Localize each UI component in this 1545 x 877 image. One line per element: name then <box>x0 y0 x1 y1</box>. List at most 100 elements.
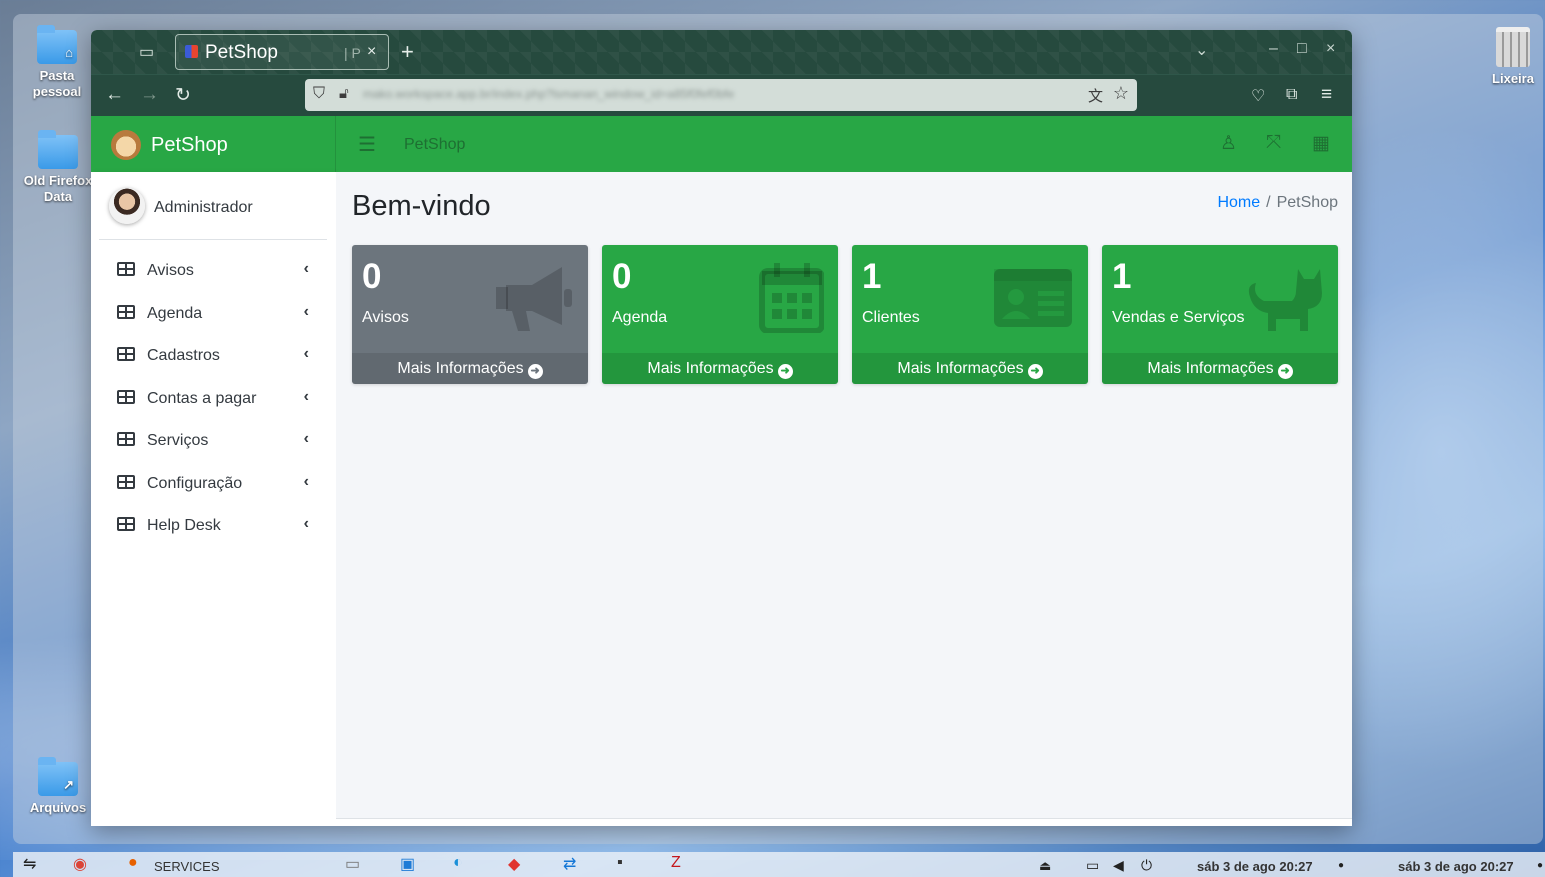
tab-bar: ▭ PetShop | P × + ⌄ – □ × <box>91 30 1352 74</box>
desktop-icon-label: Lixeira <box>1492 71 1534 86</box>
home-folder-icon: ⌂ <box>37 25 77 64</box>
box-value: 0 <box>612 257 632 296</box>
new-tab-button[interactable]: + <box>401 39 414 65</box>
tab-title: PetShop <box>205 42 278 63</box>
chevron-left-icon: ‹ <box>303 260 309 277</box>
terminal-icon[interactable]: ▪ <box>617 854 623 872</box>
grid-icon[interactable]: ▦ <box>1312 132 1330 155</box>
menu-icon[interactable]: ≡ <box>1321 84 1332 106</box>
minimize-icon[interactable]: – <box>1269 40 1278 58</box>
breadcrumb: Home / PetShop <box>1217 194 1338 212</box>
sidebar-item-agenda[interactable]: Agenda ‹ <box>99 297 327 340</box>
brand-name: PetShop <box>151 134 228 156</box>
forward-icon[interactable]: → <box>140 84 159 106</box>
teamviewer-icon[interactable]: ⇄ <box>563 854 576 874</box>
sidebar-item-configuracao[interactable]: Configuração ‹ <box>99 467 327 510</box>
small-box-vendas-e-servicos: 1 Vendas e Serviços Mais Informações ➜ <box>1102 245 1338 384</box>
table-icon <box>117 347 135 361</box>
user-panel[interactable]: Administrador <box>99 182 327 240</box>
url-bar[interactable]: ⛉ 🔓︎ mako.workspace.app.br/index.php?lsm… <box>305 79 1137 111</box>
desktop-icon-label: Data <box>43 189 73 204</box>
desktop-icon-old-firefox-data[interactable]: Old Firefox Data <box>18 130 98 205</box>
edge-icon[interactable]: ◐ <box>453 854 463 872</box>
sidebar-item-contas-a-pagar[interactable]: Contas a pagar ‹ <box>99 382 327 425</box>
desktop-icon-pasta-pessoal[interactable]: ⌂ Pasta pessoal <box>17 25 97 100</box>
more-info-link[interactable]: Mais Informações ➜ <box>602 353 838 384</box>
sidebar-item-label: Serviços <box>147 432 209 449</box>
table-icon <box>117 304 135 319</box>
power-icon[interactable]: ⏻ <box>1141 857 1152 874</box>
sidebar-item-cadastros[interactable]: Cadastros ‹ <box>99 339 327 382</box>
fullscreen-icon[interactable]: ⤧ <box>1266 132 1281 154</box>
desktop-icon-label: Pasta <box>39 68 75 83</box>
more-info-link[interactable]: Mais Informações ➜ <box>852 353 1088 384</box>
notification-dot-icon: ● <box>1338 860 1345 871</box>
footer-bar <box>336 818 1352 826</box>
app-menu-icon[interactable]: ⇋ <box>23 854 36 874</box>
more-info-label: Mais Informações <box>1147 360 1274 377</box>
taskbar-services-label[interactable]: SERVICES <box>154 859 220 874</box>
maximize-icon[interactable]: □ <box>1297 40 1307 58</box>
translate-icon[interactable]: 文 <box>1088 85 1103 106</box>
calendar-icon <box>759 263 824 333</box>
sidebar-item-avisos[interactable]: Avisos ‹ <box>99 254 327 297</box>
reload-icon[interactable]: ↻ <box>175 84 191 107</box>
tab-close-icon[interactable]: × <box>367 43 376 61</box>
file-manager-icon[interactable]: ▭ <box>345 854 360 874</box>
volume-icon[interactable]: ◀ <box>1113 857 1124 874</box>
desktop-icon-label: Arquivos <box>29 800 87 815</box>
chevron-left-icon: ‹ <box>303 515 309 532</box>
page-title: Bem-vindo <box>352 190 491 222</box>
firefox-icon[interactable]: ● <box>128 854 138 872</box>
chrome-icon[interactable]: ◉ <box>73 854 87 874</box>
sidebar-item-help-desk[interactable]: Help Desk ‹ <box>99 509 327 552</box>
sidebar-item-servicos[interactable]: Serviços ‹ <box>99 424 327 467</box>
sidebar-item-label: Cadastros <box>147 347 220 364</box>
box-label: Avisos <box>362 309 409 326</box>
taskbar: ⇋ ◉ ● SERVICES ▭ ▣ ◐ ◆ ⇄ ▪ Z ⏏ ▭ ◀ ⏻ sáb… <box>13 852 1545 877</box>
sidebar: Administrador Avisos ‹ Agenda ‹ Cadastro… <box>91 172 336 826</box>
clock-secondary[interactable]: sáb 3 de ago 20:27 <box>1398 859 1514 874</box>
desktop-icon-lixeira[interactable]: Lixeira <box>1473 27 1545 87</box>
top-navbar: ☰ PetShop ♙ ⤧ ▦ <box>336 116 1352 172</box>
clock[interactable]: sáb 3 de ago 20:27 <box>1197 859 1313 874</box>
browser-tab-petshop[interactable]: PetShop | P × <box>175 34 389 70</box>
box-label: Agenda <box>612 309 668 326</box>
store-icon[interactable]: ▣ <box>400 854 415 874</box>
bookmark-star-icon[interactable]: ☆ <box>1113 83 1129 104</box>
user-icon[interactable]: ♙ <box>1220 132 1237 155</box>
more-info-link[interactable]: Mais Informações ➜ <box>1102 353 1338 384</box>
chevron-left-icon: ‹ <box>303 430 309 447</box>
bullhorn-icon <box>496 267 572 331</box>
arrow-circle-right-icon: ➜ <box>527 364 543 379</box>
arrow-circle-right-icon: ➜ <box>1277 364 1293 379</box>
filezilla-icon[interactable]: Z <box>671 854 681 872</box>
table-icon <box>117 389 135 404</box>
anydesk-icon[interactable]: ◆ <box>508 854 520 874</box>
desktop-icon-label: Old Firefox <box>23 173 93 188</box>
pocket-icon[interactable]: ♡ <box>1251 86 1265 106</box>
brand-link[interactable]: PetShop <box>91 116 336 172</box>
desktop-icon-arquivos[interactable]: ↗ Arquivos <box>18 757 98 816</box>
tab-list-icon[interactable]: ▭ <box>139 42 154 62</box>
back-icon[interactable]: ← <box>105 84 124 106</box>
list-all-tabs-icon[interactable]: ⌄ <box>1195 40 1208 60</box>
small-box-clientes: 1 Clientes Mais Informações ➜ <box>852 245 1088 384</box>
more-info-label: Mais Informações <box>397 360 524 377</box>
insecure-lock-icon[interactable]: 🔓︎ <box>339 85 349 102</box>
breadcrumb-home-link[interactable]: Home <box>1217 194 1260 211</box>
tab-title-suffix: | P <box>344 45 361 61</box>
window-close-icon[interactable]: × <box>1326 40 1335 58</box>
eject-icon[interactable]: ⏏ <box>1039 858 1051 874</box>
chevron-left-icon: ‹ <box>303 472 309 490</box>
topbar-title[interactable]: PetShop <box>404 136 465 154</box>
display-icon[interactable]: ▭ <box>1086 857 1099 874</box>
extensions-icon[interactable]: ⧉ <box>1286 86 1297 104</box>
shield-icon[interactable]: ⛉ <box>313 85 325 103</box>
url-text[interactable]: mako.workspace.app.br/index.php?lsmanan_… <box>363 87 734 101</box>
breadcrumb-current: PetShop <box>1276 194 1338 211</box>
more-info-link[interactable]: Mais Informações ➜ <box>352 353 588 384</box>
hamburger-icon[interactable]: ☰ <box>358 132 376 157</box>
arrow-circle-right-icon: ➜ <box>777 364 793 379</box>
box-label: Vendas e Serviços <box>1112 309 1245 326</box>
